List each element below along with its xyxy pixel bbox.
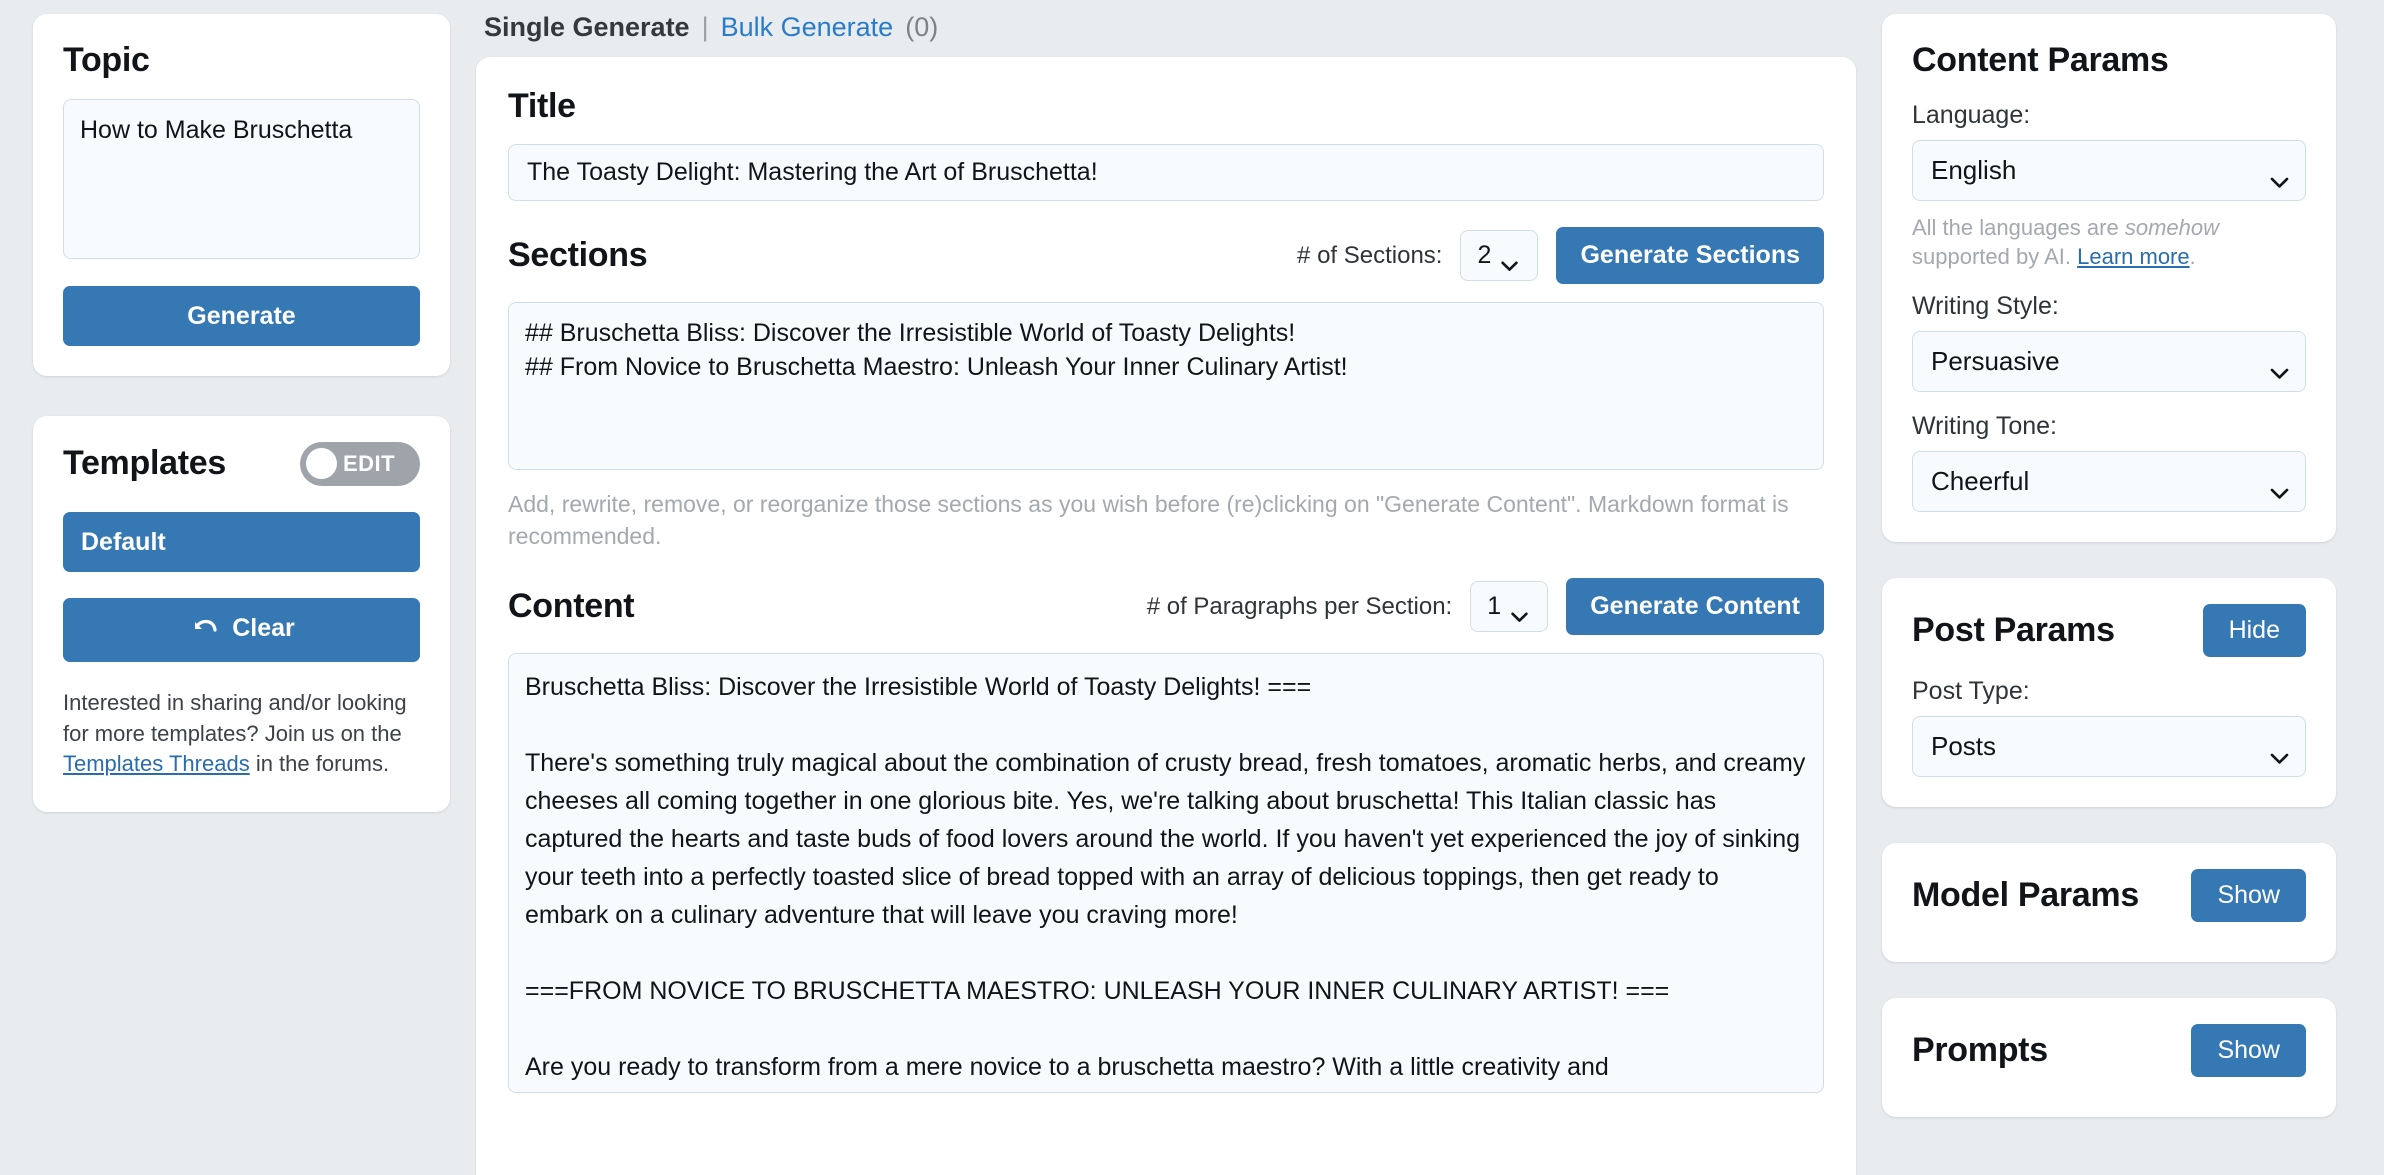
language-note-suffix: . (2189, 244, 2196, 270)
model-params-panel: Model Params Show (1882, 843, 2336, 963)
writing-style-value: Persuasive (1931, 346, 2060, 377)
model-params-heading: Model Params (1912, 876, 2139, 915)
toggle-knob-icon (306, 448, 337, 480)
templates-note: Interested in sharing and/or looking for… (63, 688, 420, 780)
templates-note-suffix: in the forums. (249, 751, 390, 777)
templates-threads-link[interactable]: Templates Threads (63, 751, 250, 776)
left-sidebar: Topic Generate Templates EDIT Default Cl… (0, 0, 476, 813)
chevron-down-icon (2270, 165, 2289, 188)
generate-sections-button[interactable]: Generate Sections (1556, 227, 1824, 284)
model-params-show-button[interactable]: Show (2191, 869, 2306, 923)
templates-note-prefix: Interested in sharing and/or looking for… (63, 689, 407, 746)
prompts-panel: Prompts Show (1882, 998, 2336, 1118)
prompts-show-button[interactable]: Show (2191, 1024, 2306, 1078)
template-clear-label: Clear (232, 613, 295, 642)
sections-heading: Sections (508, 236, 648, 274)
title-input[interactable] (508, 144, 1824, 201)
right-sidebar: Content Params Language: English All the… (1856, 0, 2384, 1118)
language-label: Language: (1912, 100, 2031, 129)
generate-button[interactable]: Generate (63, 285, 420, 346)
prompts-heading: Prompts (1912, 1031, 2048, 1070)
sections-count-label: # of Sections: (1297, 241, 1443, 269)
sections-controls: # of Sections: 2 Generate Sections (1297, 227, 1824, 284)
tab-bulk-generate[interactable]: Bulk Generate (721, 12, 894, 43)
language-note: All the languages are somehow supported … (1912, 213, 2306, 272)
chevron-down-icon (2270, 741, 2289, 764)
model-params-header: Model Params Show (1912, 869, 2306, 923)
sections-header-row: Sections # of Sections: 2 Generate Secti… (508, 227, 1824, 284)
post-params-panel: Post Params Hide Post Type: Posts (1882, 578, 2336, 808)
template-clear-button[interactable]: Clear (63, 597, 420, 662)
language-select[interactable]: English (1912, 139, 2306, 201)
prompts-header: Prompts Show (1912, 1024, 2306, 1078)
templates-heading: Templates (63, 444, 226, 483)
tab-single-generate[interactable]: Single Generate (484, 12, 690, 43)
content-input[interactable] (508, 653, 1824, 1094)
chevron-down-icon (2270, 476, 2289, 499)
generator-panel: Title Sections # of Sections: 2 Generate… (476, 57, 1856, 1175)
content-controls: # of Paragraphs per Section: 1 Generate … (1146, 578, 1824, 636)
topic-heading: Topic (63, 41, 150, 79)
language-note-emphasis: somehow (2124, 214, 2219, 240)
post-params-heading: Post Params (1912, 611, 2115, 650)
learn-more-link[interactable]: Learn more (2077, 244, 2190, 269)
post-type-value: Posts (1931, 731, 1997, 762)
writing-tone-label: Writing Tone: (1912, 412, 2057, 441)
content-params-heading: Content Params (1912, 41, 2169, 79)
writing-style-select[interactable]: Persuasive (1912, 331, 2306, 393)
paragraphs-count-value: 1 (1487, 592, 1502, 621)
sections-helper-text: Add, rewrite, remove, or reorganize thos… (508, 491, 1789, 549)
writing-style-label: Writing Style: (1912, 292, 2059, 321)
writing-tone-select[interactable]: Cheerful (1912, 451, 2306, 513)
templates-header: Templates EDIT (63, 441, 420, 486)
tab-separator: | (701, 12, 709, 42)
paragraphs-count-select[interactable]: 1 (1470, 581, 1549, 633)
chevron-down-icon (2270, 356, 2289, 379)
template-default-button[interactable]: Default (63, 511, 420, 572)
language-note-prefix: All the languages are (1912, 214, 2125, 240)
language-value: English (1931, 154, 2017, 185)
sections-count-select[interactable]: 2 (1460, 230, 1539, 281)
post-type-select[interactable]: Posts (1912, 716, 2306, 778)
sections-count-value: 2 (1477, 241, 1492, 269)
chevron-down-icon (1501, 250, 1519, 271)
post-type-label: Post Type: (1912, 677, 2030, 706)
main-column: Single Generate | Bulk Generate (0) Titl… (476, 0, 1856, 1175)
content-heading: Content (508, 587, 635, 626)
content-params-panel: Content Params Language: English All the… (1882, 14, 2336, 543)
chevron-down-icon (1511, 601, 1528, 623)
undo-arrow-icon (188, 616, 218, 640)
sections-input[interactable] (508, 302, 1824, 470)
paragraphs-count-label: # of Paragraphs per Section: (1146, 592, 1453, 620)
generate-content-button[interactable]: Generate Content (1566, 578, 1824, 636)
title-heading: Title (508, 87, 576, 125)
language-note-mid: supported by AI. (1912, 244, 2078, 270)
templates-panel: Templates EDIT Default Clear Interested … (33, 415, 450, 813)
templates-edit-toggle[interactable]: EDIT (300, 441, 420, 486)
post-params-header: Post Params Hide (1912, 604, 2306, 658)
writing-tone-value: Cheerful (1931, 466, 2030, 497)
content-header-row: Content # of Paragraphs per Section: 1 G… (508, 578, 1824, 636)
templates-edit-label: EDIT (343, 450, 396, 476)
mode-tabbar: Single Generate | Bulk Generate (0) (476, 0, 1856, 57)
topic-input[interactable] (63, 98, 420, 259)
bulk-generate-count: (0) (905, 12, 939, 42)
topic-panel: Topic Generate (33, 14, 450, 376)
post-params-hide-button[interactable]: Hide (2202, 604, 2306, 658)
